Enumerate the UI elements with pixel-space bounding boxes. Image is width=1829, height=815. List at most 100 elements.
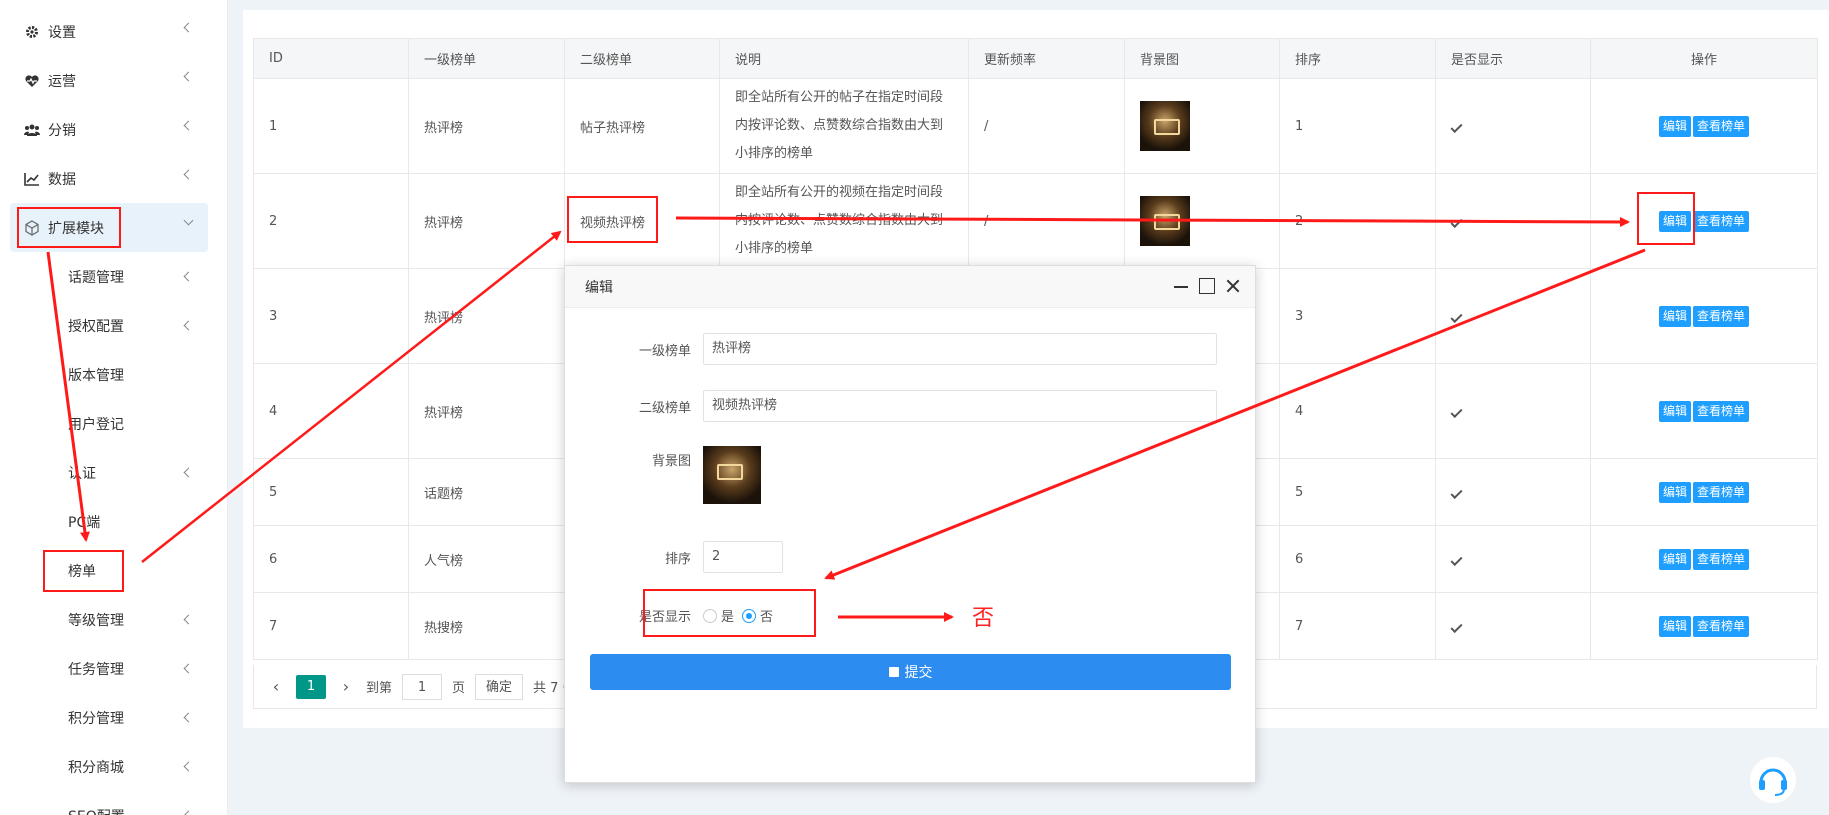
line-chart-icon	[24, 171, 40, 187]
sidebar-item-label: 设置	[48, 24, 76, 41]
sort-input[interactable]: 2	[703, 541, 783, 573]
sidebar-subitem-points-mall[interactable]: 积分商城	[0, 742, 228, 791]
cell-id: 4	[253, 363, 409, 459]
sidebar-item-label: 运营	[48, 73, 76, 90]
edit-button[interactable]: 编辑	[1658, 481, 1691, 503]
column-header: 二级榜单	[564, 38, 720, 79]
sidebar-subitem-tasks[interactable]: 任务管理	[0, 644, 228, 693]
sidebar-subitem-label: 用户登记	[68, 416, 124, 433]
cell-desc: 即全站所有公开的帖子在指定时间段内按评论数、点赞数综合指数由大到小排序的榜单	[719, 78, 969, 174]
heartbeat-icon	[24, 73, 40, 89]
cell-freq: /	[968, 173, 1125, 269]
column-header: 操作	[1590, 38, 1818, 79]
cell-bg	[1124, 78, 1280, 174]
cell-sort: 6	[1279, 525, 1436, 593]
sidebar-subitem-topics[interactable]: 话题管理	[0, 252, 228, 301]
sidebar: 设置 运营 分销 数据 扩展模块 话题管理 授权配置 版本管理 用户登记 认证 …	[0, 0, 228, 815]
prev-page-icon[interactable]: ‹	[266, 677, 286, 696]
background-image-upload[interactable]	[703, 446, 761, 504]
cell-desc: 即全站所有公开的视频在指定时间段内按评论数、点赞数综合指数由大到小排序的榜单	[719, 173, 969, 269]
cell-level1: 热评榜	[408, 78, 565, 174]
edit-button[interactable]: 编辑	[1658, 305, 1691, 327]
edit-dialog: 编辑 一级榜单 热评榜 二级榜单 视频热评榜 背景图 排序 2 是否显示 是 否…	[564, 265, 1256, 783]
view-ranking-button[interactable]: 查看榜单	[1693, 400, 1750, 422]
sidebar-subitem-pc[interactable]: PC端	[0, 497, 228, 546]
cell-ops: 编辑 查看榜单	[1590, 458, 1818, 526]
bag-icon	[888, 667, 899, 677]
cell-ops: 编辑 查看榜单	[1590, 173, 1818, 269]
cell-ops: 编辑 查看榜单	[1590, 592, 1818, 660]
sidebar-subitem-versions[interactable]: 版本管理	[0, 350, 228, 399]
sidebar-subitem-auth-config[interactable]: 授权配置	[0, 301, 228, 350]
view-ranking-button[interactable]: 查看榜单	[1693, 115, 1750, 137]
background-thumbnail[interactable]	[1140, 101, 1190, 151]
next-page-icon[interactable]: ›	[336, 677, 356, 696]
column-header: 一级榜单	[408, 38, 565, 79]
cell-show	[1435, 458, 1591, 526]
sidebar-subitem-label: 授权配置	[68, 318, 124, 335]
cell-id: 6	[253, 525, 409, 593]
annotation-box-edit-button	[1637, 192, 1695, 245]
current-page[interactable]: 1	[296, 674, 326, 699]
goto-page-input[interactable]: 1	[402, 673, 443, 700]
submit-button[interactable]: 提交	[590, 654, 1231, 690]
sidebar-item-settings[interactable]: 设置	[0, 7, 228, 56]
annotation-box-show-radio	[643, 589, 816, 637]
check-icon	[1450, 405, 1463, 418]
sidebar-subitem-verification[interactable]: 认证	[0, 448, 228, 497]
view-ranking-button[interactable]: 查看榜单	[1693, 210, 1750, 232]
sidebar-subitem-label: 积分管理	[68, 710, 124, 727]
column-header: ID	[253, 38, 409, 79]
cell-sort: 7	[1279, 592, 1436, 660]
cell-level2: 帖子热评榜	[564, 78, 720, 174]
background-thumbnail[interactable]	[1140, 196, 1190, 246]
annotation-box-video-row	[567, 196, 658, 243]
dialog-title: 编辑	[585, 279, 613, 296]
column-header: 排序	[1279, 38, 1436, 79]
edit-button[interactable]: 编辑	[1658, 400, 1691, 422]
view-ranking-button[interactable]: 查看榜单	[1693, 548, 1750, 570]
maximize-icon[interactable]	[1199, 278, 1215, 294]
goto-prefix: 到第	[366, 681, 393, 696]
view-ranking-button[interactable]: 查看榜单	[1693, 615, 1750, 637]
cell-level1: 热评榜	[408, 173, 565, 269]
view-ranking-button[interactable]: 查看榜单	[1693, 305, 1750, 327]
cell-level1: 人气榜	[408, 525, 565, 593]
column-header: 是否显示	[1435, 38, 1591, 79]
chevron-left-icon	[183, 169, 194, 180]
chevron-left-icon	[183, 761, 194, 772]
goto-confirm-button[interactable]: 确定	[475, 673, 524, 700]
cell-id: 7	[253, 592, 409, 660]
cell-sort: 3	[1279, 268, 1436, 364]
view-ranking-button[interactable]: 查看榜单	[1693, 481, 1750, 503]
customer-service-icon[interactable]	[1750, 757, 1796, 803]
edit-button[interactable]: 编辑	[1658, 115, 1691, 137]
sidebar-subitem-levels[interactable]: 等级管理	[0, 595, 228, 644]
level2-input[interactable]: 视频热评榜	[703, 390, 1217, 422]
sidebar-subitem-label: PC端	[68, 514, 101, 531]
sidebar-item-operations[interactable]: 运营	[0, 56, 228, 105]
chevron-left-icon	[183, 467, 194, 478]
sidebar-subitem-label: 话题管理	[68, 269, 124, 286]
sidebar-subitem-label: 积分商城	[68, 759, 124, 776]
column-header: 说明	[719, 38, 969, 79]
cell-freq: /	[968, 78, 1125, 174]
cell-show	[1435, 78, 1591, 174]
form-row-sort: 排序 2	[565, 541, 1257, 573]
minimize-icon[interactable]	[1173, 278, 1189, 294]
cell-id: 2	[253, 173, 409, 269]
level1-input[interactable]: 热评榜	[703, 333, 1217, 365]
sidebar-subitem-label: 等级管理	[68, 612, 124, 629]
users-icon	[24, 122, 40, 138]
check-icon	[1450, 310, 1463, 323]
sidebar-item-data[interactable]: 数据	[0, 154, 228, 203]
close-icon[interactable]	[1225, 278, 1241, 294]
edit-button[interactable]: 编辑	[1658, 548, 1691, 570]
sidebar-item-distribution[interactable]: 分销	[0, 105, 228, 154]
cell-level1: 话题榜	[408, 458, 565, 526]
cell-ops: 编辑 查看榜单	[1590, 363, 1818, 459]
edit-button[interactable]: 编辑	[1658, 615, 1691, 637]
sidebar-subitem-points[interactable]: 积分管理	[0, 693, 228, 742]
sidebar-subitem-seo[interactable]: SEO配置	[0, 791, 228, 815]
sidebar-subitem-user-register[interactable]: 用户登记	[0, 399, 228, 448]
